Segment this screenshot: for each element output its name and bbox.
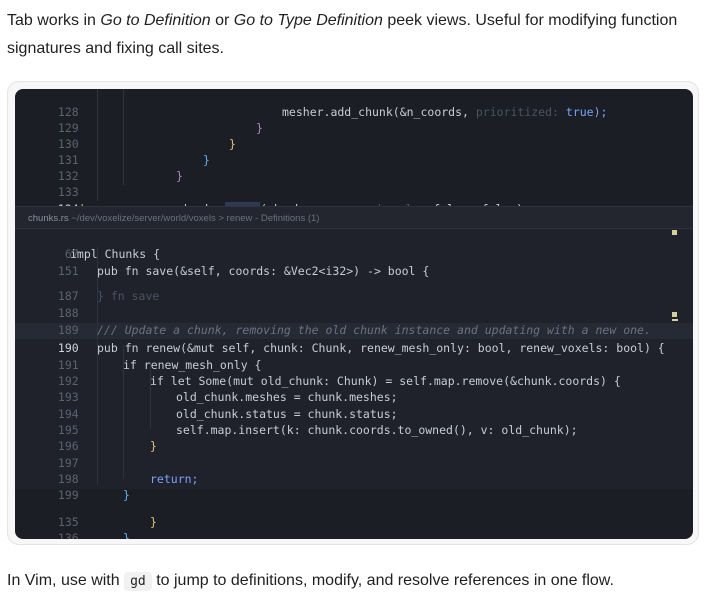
editor-line: 129} bbox=[15, 103, 263, 135]
editor-line: 136} bbox=[15, 513, 130, 540]
peek-file-name[interactable]: chunks.rs bbox=[28, 213, 69, 224]
editor-line: 135} bbox=[15, 497, 157, 529]
peek-line: 197 bbox=[15, 438, 79, 470]
code-brace: } bbox=[176, 168, 183, 183]
peek-view-header: chunks.rs ~/dev/voxelize/server/world/vo… bbox=[15, 206, 693, 229]
outro-text: In Vim, use with bbox=[7, 572, 125, 589]
code-text: impl Chunks { bbox=[70, 246, 161, 261]
peek-line: 187} fn save bbox=[15, 271, 159, 303]
code-brace: } bbox=[123, 487, 130, 502]
code-brace: } bbox=[150, 514, 157, 529]
editor-line: 131} bbox=[15, 135, 210, 167]
editor-line: 132} bbox=[15, 151, 183, 183]
code-text: true); bbox=[565, 104, 608, 119]
code-text: if let Some(mut old_chunk: Chunk) = self… bbox=[150, 373, 621, 388]
code-text: mesher.add_chunk(&n_coords, bbox=[282, 104, 476, 119]
outro-paragraph: In Vim, use with gd to jump to definitio… bbox=[7, 568, 614, 595]
intro-emphasis-go-to-definition: Go to Definition bbox=[100, 12, 211, 29]
code-brace: } bbox=[256, 120, 263, 135]
code-text[interactable]: pub fn renew(&mut self, chunk: Chunk, re… bbox=[97, 340, 665, 357]
overview-ruler-marker bbox=[672, 230, 677, 235]
code-text: if renew_mesh_only { bbox=[123, 357, 262, 372]
intro-text: or bbox=[210, 12, 234, 29]
inlay-hint: prioritized: bbox=[475, 104, 566, 119]
peek-line: 195 self.map.insert(k: chunk.coords.to_ow… bbox=[15, 405, 578, 437]
overview-ruler-marker bbox=[672, 319, 678, 321]
editor-line-current: 134|chunks.renew(chunk, renew_mesh_only:… bbox=[15, 184, 530, 216]
indent-guide bbox=[123, 89, 124, 185]
code-text: old_chunk.meshes = chunk.meshes; bbox=[176, 389, 398, 404]
code-text: old_chunk.status = chunk.status; bbox=[176, 406, 398, 421]
code-brace: } bbox=[229, 136, 236, 151]
peek-line: 192 if let Some(mut old_chunk: Chunk) = s… bbox=[15, 356, 621, 388]
peek-line: 194 old_chunk.status = chunk.status; bbox=[15, 389, 398, 421]
peek-line: 188 bbox=[15, 288, 79, 320]
peek-line: 189/// Update a chunk, removing the old … bbox=[15, 305, 651, 337]
code-brace: } bbox=[123, 530, 130, 540]
code-text: pub fn save(&self, coords: &Vec2<i32>) -… bbox=[97, 263, 430, 278]
intro-text: Tab works in bbox=[7, 12, 101, 29]
vim-keybinding-code: gd bbox=[124, 572, 152, 591]
code-text: } fn save bbox=[97, 288, 160, 303]
peek-line: 67 impl Chunks { bbox=[15, 229, 160, 261]
peek-breadcrumb: ~/dev/voxelize/server/world/voxels > ren… bbox=[68, 213, 253, 224]
outro-text: to jump to definitions, modify, and reso… bbox=[151, 572, 614, 589]
peek-line: 193 old_chunk.meshes = chunk.meshes; bbox=[15, 372, 398, 404]
code-text: self.map.insert(k: chunk.coords.to_owned… bbox=[176, 422, 578, 437]
peek-line: 196} bbox=[15, 421, 157, 453]
peek-line-current: 190 pub fn renew(&mut self, chunk: Chunk,… bbox=[15, 323, 665, 355]
intro-emphasis-go-to-type-definition: Go to Type Definition bbox=[233, 12, 383, 29]
indent-guide bbox=[97, 89, 98, 201]
peek-line-folded: 186true bbox=[15, 256, 75, 267]
code-text: return; bbox=[150, 471, 199, 486]
editor-line: 133 bbox=[15, 167, 79, 199]
peek-line: 198 return; bbox=[15, 454, 199, 486]
indent-guide bbox=[97, 247, 98, 485]
editor-line: 128 mesher.add_chunk(&n_coords, prioritiz… bbox=[15, 89, 608, 119]
peek-line: 199} bbox=[15, 470, 130, 502]
line-number: 136 bbox=[57, 530, 79, 540]
code-brace: } bbox=[203, 152, 210, 167]
peek-definitions-count: - Definitions (1) bbox=[252, 213, 320, 224]
intro-paragraph: Tab works in Go to Definition or Go to T… bbox=[7, 7, 707, 63]
code-editor[interactable]: 128 mesher.add_chunk(&n_coords, prioritiz… bbox=[15, 89, 693, 539]
code-brace: } bbox=[150, 438, 157, 453]
code-comment: /// Update a chunk, removing the old chu… bbox=[97, 322, 651, 337]
peek-line: 191 if renew_mesh_only { bbox=[15, 340, 262, 372]
overview-ruler-marker bbox=[672, 312, 677, 317]
editor-line: 130} bbox=[15, 119, 236, 151]
